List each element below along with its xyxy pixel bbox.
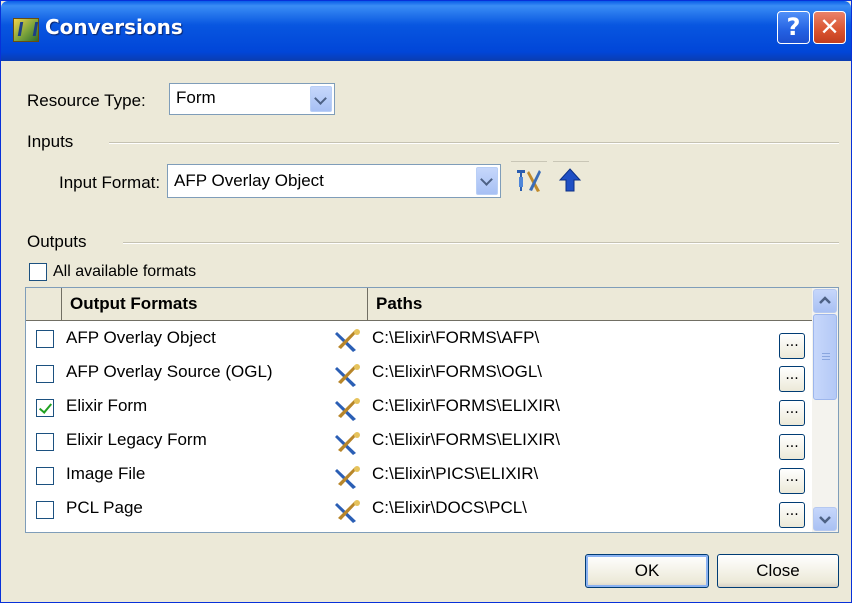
help-button[interactable]: ?	[777, 11, 810, 44]
conversions-dialog: Conversions ? ✕ Resource Type: Form Inpu…	[0, 0, 852, 603]
inputs-divider	[109, 142, 839, 144]
app-icon	[13, 18, 39, 42]
output-format-name: PCL Page	[66, 498, 143, 517]
output-path: C:\Elixir\FORMS\ELIXIR\	[372, 430, 560, 449]
tools-icon[interactable]	[334, 499, 362, 525]
grid-header: Output Formats Paths	[26, 288, 812, 321]
window-title: Conversions	[45, 15, 183, 39]
chevron-down-icon[interactable]	[310, 86, 332, 112]
tools-icon[interactable]	[334, 363, 362, 389]
settings-tools-icon	[517, 170, 541, 192]
tools-icon[interactable]	[334, 431, 362, 457]
all-formats-label: All available formats	[53, 263, 197, 280]
browse-button[interactable]: ...	[779, 400, 805, 426]
outputs-group-label: Outputs	[27, 232, 87, 251]
output-format-name: Elixir Form	[66, 396, 148, 415]
tools-icon[interactable]	[334, 397, 362, 423]
input-format-label: Input Format:	[59, 173, 161, 192]
scroll-thumb[interactable]	[813, 314, 837, 400]
scroll-up-button[interactable]	[813, 289, 837, 313]
row-checkbox[interactable]	[36, 399, 54, 417]
chevron-down-icon[interactable]	[476, 167, 498, 195]
table-row[interactable]: AFP Overlay Source (OGL) C:\Elixir\FORMS…	[26, 356, 812, 392]
close-button[interactable]: Close	[717, 554, 839, 588]
inputs-group-label: Inputs	[27, 132, 74, 151]
thumb-grip	[822, 356, 830, 357]
vertical-scrollbar[interactable]	[812, 288, 838, 532]
row-checkbox[interactable]	[36, 330, 54, 348]
help-icon: ?	[786, 13, 801, 41]
browse-button[interactable]: ...	[779, 366, 805, 392]
output-format-name: Image File	[66, 464, 146, 483]
output-format-name: Elixir Legacy Form	[66, 430, 207, 449]
row-checkbox[interactable]	[36, 467, 54, 485]
table-row[interactable]: PCL Page C:\Elixir\DOCS\PCL\ ...	[26, 492, 812, 528]
resource-type-select[interactable]: Form	[169, 83, 335, 115]
header-paths[interactable]: Paths	[368, 288, 812, 320]
all-formats-checkbox[interactable]	[29, 263, 47, 281]
outputs-divider	[123, 242, 839, 244]
header-select-column[interactable]	[26, 288, 62, 320]
ok-button[interactable]: OK	[585, 554, 709, 588]
output-path: C:\Elixir\DOCS\PCL\	[372, 498, 527, 517]
table-row[interactable]: AFP Overlay Object C:\Elixir\FORMS\AFP\ …	[26, 322, 812, 359]
browse-button[interactable]: ...	[779, 434, 805, 460]
resource-type-label: Resource Type:	[27, 91, 146, 110]
thumb-grip	[822, 353, 830, 354]
row-checkbox[interactable]	[36, 365, 54, 383]
scroll-down-icon	[819, 516, 831, 524]
browse-button[interactable]: ...	[779, 468, 805, 494]
table-row[interactable]: Image File C:\Elixir\PICS\ELIXIR\ ...	[26, 458, 812, 494]
tools-icon[interactable]	[334, 465, 362, 491]
input-format-value: AFP Overlay Object	[174, 171, 324, 190]
tools-icon[interactable]	[334, 328, 362, 354]
up-arrow-icon	[558, 168, 582, 192]
input-settings-button[interactable]	[511, 161, 547, 197]
output-path: C:\Elixir\FORMS\ELIXIR\	[372, 396, 560, 415]
thumb-grip	[822, 359, 830, 360]
output-path: C:\Elixir\FORMS\AFP\	[372, 328, 540, 347]
input-format-select[interactable]: AFP Overlay Object	[167, 164, 501, 198]
table-row[interactable]: Elixir Legacy Form C:\Elixir\FORMS\ELIXI…	[26, 424, 812, 460]
scroll-down-button[interactable]	[813, 507, 837, 531]
output-format-name: AFP Overlay Source (OGL)	[66, 362, 273, 381]
row-checkbox[interactable]	[36, 501, 54, 519]
title-bar[interactable]: Conversions ? ✕	[1, 1, 851, 61]
output-format-name: AFP Overlay Object	[66, 328, 216, 347]
close-icon: ✕	[819, 13, 840, 41]
resource-type-value: Form	[176, 88, 216, 107]
output-path: C:\Elixir\PICS\ELIXIR\	[372, 464, 539, 483]
table-row[interactable]: Elixir Form C:\Elixir\FORMS\ELIXIR\ ...	[26, 390, 812, 426]
output-path: C:\Elixir\FORMS\OGL\	[372, 362, 543, 381]
header-output-formats[interactable]: Output Formats	[62, 288, 368, 320]
output-formats-grid: Output Formats Paths AFP Overlay Object …	[25, 287, 839, 533]
move-up-button[interactable]	[553, 161, 589, 197]
browse-button[interactable]: ...	[779, 502, 805, 528]
scroll-up-icon	[819, 296, 831, 304]
close-window-button[interactable]: ✕	[813, 11, 846, 44]
row-checkbox[interactable]	[36, 433, 54, 451]
